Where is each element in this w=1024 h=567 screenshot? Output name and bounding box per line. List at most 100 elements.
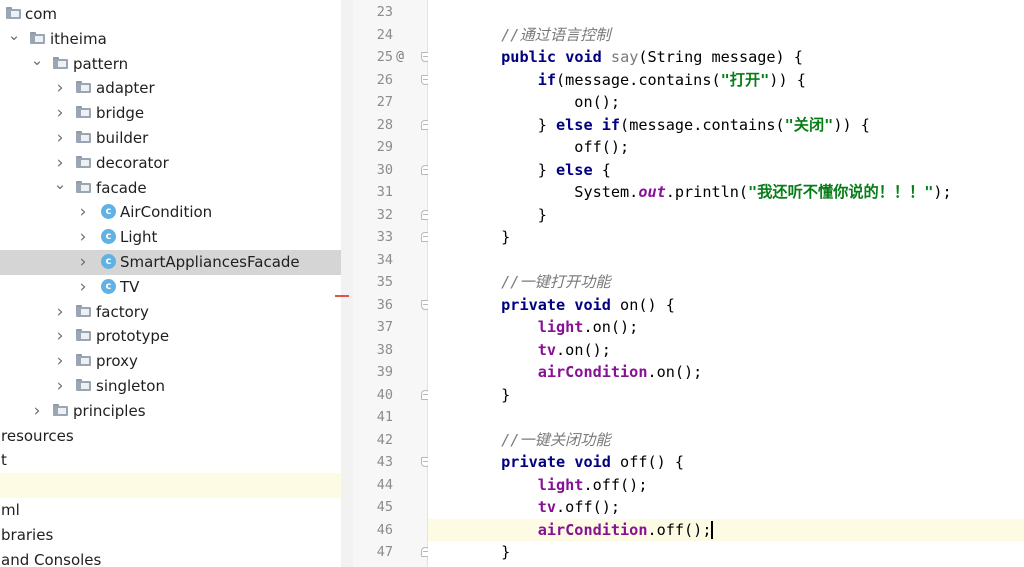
panel-splitter[interactable] — [335, 0, 353, 567]
tree-item-tv[interactable]: › c TV — [0, 275, 341, 300]
tree-item-label: ml — [1, 501, 20, 519]
code-line[interactable]: //一键关闭功能 — [428, 429, 1024, 452]
code-line[interactable] — [428, 406, 1024, 429]
chevron-down-icon[interactable]: ⌄ — [53, 176, 67, 191]
chevron-right-icon[interactable]: › — [53, 154, 67, 171]
folder-icon — [53, 56, 68, 69]
chevron-right-icon[interactable]: › — [76, 254, 90, 271]
code-line[interactable] — [428, 1, 1024, 24]
tree-item-label: pattern — [73, 54, 129, 73]
tree-item-light[interactable]: › c Light — [0, 225, 341, 250]
tree-item-label: builder — [96, 129, 149, 147]
chevron-right-icon[interactable]: › — [53, 328, 67, 345]
class-icon: c — [101, 278, 116, 294]
code-line[interactable] — [428, 249, 1024, 272]
tree-item-adapter[interactable]: › adapter — [0, 76, 341, 101]
folder-icon — [76, 155, 91, 168]
chevron-right-icon[interactable]: › — [53, 80, 67, 97]
code-line[interactable]: } else if(message.contains("关闭")) { — [428, 114, 1024, 137]
tree-item-smartappliancesfacade[interactable]: › c SmartAppliancesFacade — [0, 250, 341, 275]
folder-icon — [76, 81, 91, 94]
code-token: on(); — [428, 93, 621, 111]
tree-item-label: proxy — [96, 352, 138, 371]
code-token: //一键关闭功能 — [501, 430, 611, 449]
tree-item-decorator[interactable]: › decorator — [0, 151, 341, 176]
code-line[interactable]: public void say(String message) { — [428, 46, 1024, 69]
code-line[interactable]: off(); — [428, 136, 1024, 159]
code-line[interactable]: } else { — [428, 159, 1024, 182]
folder-icon — [76, 131, 91, 143]
tree-item-principles[interactable]: › principles — [0, 399, 341, 424]
code-token: say — [610, 48, 639, 66]
tree-item-braries[interactable]: braries — [0, 523, 341, 548]
chevron-right-icon[interactable]: › — [53, 353, 67, 370]
tree-item-label: adapter — [96, 79, 155, 98]
code-line[interactable]: tv.on(); — [428, 339, 1024, 362]
code-line[interactable]: airCondition.on(); — [428, 361, 1024, 384]
code-token: )) { — [833, 115, 870, 134]
code-line[interactable]: //一键打开功能 — [428, 271, 1024, 294]
chevron-right-icon[interactable]: › — [53, 130, 67, 147]
code-line[interactable]: private void on() { — [428, 294, 1024, 317]
tree-item-aircondition[interactable]: › c AirCondition — [0, 200, 341, 225]
chevron-down-icon[interactable]: ⌄ — [30, 52, 44, 67]
line-number: 45 — [376, 499, 393, 515]
code-line[interactable]: light.on(); — [428, 316, 1024, 339]
tree-item-itheima[interactable]: ⌄ itheima — [0, 27, 341, 52]
code-token: public — [501, 48, 557, 66]
code-token: tv — [537, 498, 557, 516]
override-marker-icon[interactable]: @ — [391, 46, 409, 69]
code-line[interactable]: if(message.contains("打开")) { — [428, 69, 1024, 92]
code-line[interactable]: } — [428, 226, 1024, 249]
code-editor[interactable]: //通过语言控制 public void say(String message)… — [428, 0, 1024, 567]
chevron-right-icon[interactable]: › — [53, 378, 67, 395]
code-token: void — [574, 453, 611, 471]
chevron-right-icon[interactable]: › — [76, 204, 90, 221]
tree-item-factory[interactable]: › factory — [0, 300, 341, 325]
code-token: (message.contains( — [620, 115, 785, 134]
chevron-right-icon[interactable]: › — [76, 278, 90, 295]
code-token: (message.contains( — [556, 70, 721, 89]
code-token: "关闭" — [784, 115, 834, 134]
tree-item-ml[interactable]: ml — [0, 498, 341, 523]
code-line[interactable]: //通过语言控制 — [428, 24, 1024, 47]
tree-item-bridge[interactable]: › bridge — [0, 101, 341, 126]
code-token: private — [501, 295, 566, 314]
code-token: )) { — [769, 70, 806, 89]
code-line[interactable]: } — [428, 384, 1024, 407]
current-code-line[interactable]: airCondition.off(); — [428, 518, 1024, 541]
code-line[interactable]: light.off(); — [428, 474, 1024, 497]
code-line[interactable]: on(); — [428, 91, 1024, 114]
chevron-right-icon[interactable]: › — [53, 303, 67, 320]
chevron-right-icon[interactable]: › — [30, 402, 44, 419]
code-token: } — [428, 160, 557, 179]
tree-item-label: resources — [1, 426, 74, 445]
code-token: if — [537, 70, 557, 89]
code-line[interactable]: tv.off(); — [428, 496, 1024, 519]
tree-item-and-consoles[interactable]: and Consoles — [0, 548, 341, 567]
tree-item-resources[interactable]: resources — [0, 424, 341, 449]
tree-item-pattern[interactable]: ⌄ pattern — [0, 52, 341, 77]
tree-item-builder[interactable]: › builder — [0, 126, 341, 151]
tree-item-proxy[interactable]: › proxy — [0, 349, 341, 374]
tree-item-t[interactable]: t — [0, 448, 341, 473]
tree-item-singleton[interactable]: › singleton — [0, 374, 341, 399]
code-line[interactable]: private void off() { — [428, 451, 1024, 474]
code-token: private — [501, 453, 566, 471]
code-line[interactable]: } — [428, 204, 1024, 227]
chevron-right-icon[interactable]: › — [76, 229, 90, 246]
code-line[interactable]: System.out.println("我还听不懂你说的！！！"); — [428, 181, 1024, 204]
chevron-down-icon[interactable]: ⌄ — [7, 27, 21, 42]
tree-item-facade[interactable]: ⌄ facade — [0, 176, 341, 201]
code-line[interactable]: } — [428, 541, 1024, 564]
tree-item-blank[interactable] — [0, 473, 341, 498]
tree-item-com[interactable]: com — [0, 2, 341, 27]
tree-item-prototype[interactable]: › prototype — [0, 324, 341, 349]
line-number: 29 — [376, 139, 393, 155]
change-marker — [335, 295, 349, 297]
chevron-right-icon[interactable]: › — [53, 105, 67, 122]
